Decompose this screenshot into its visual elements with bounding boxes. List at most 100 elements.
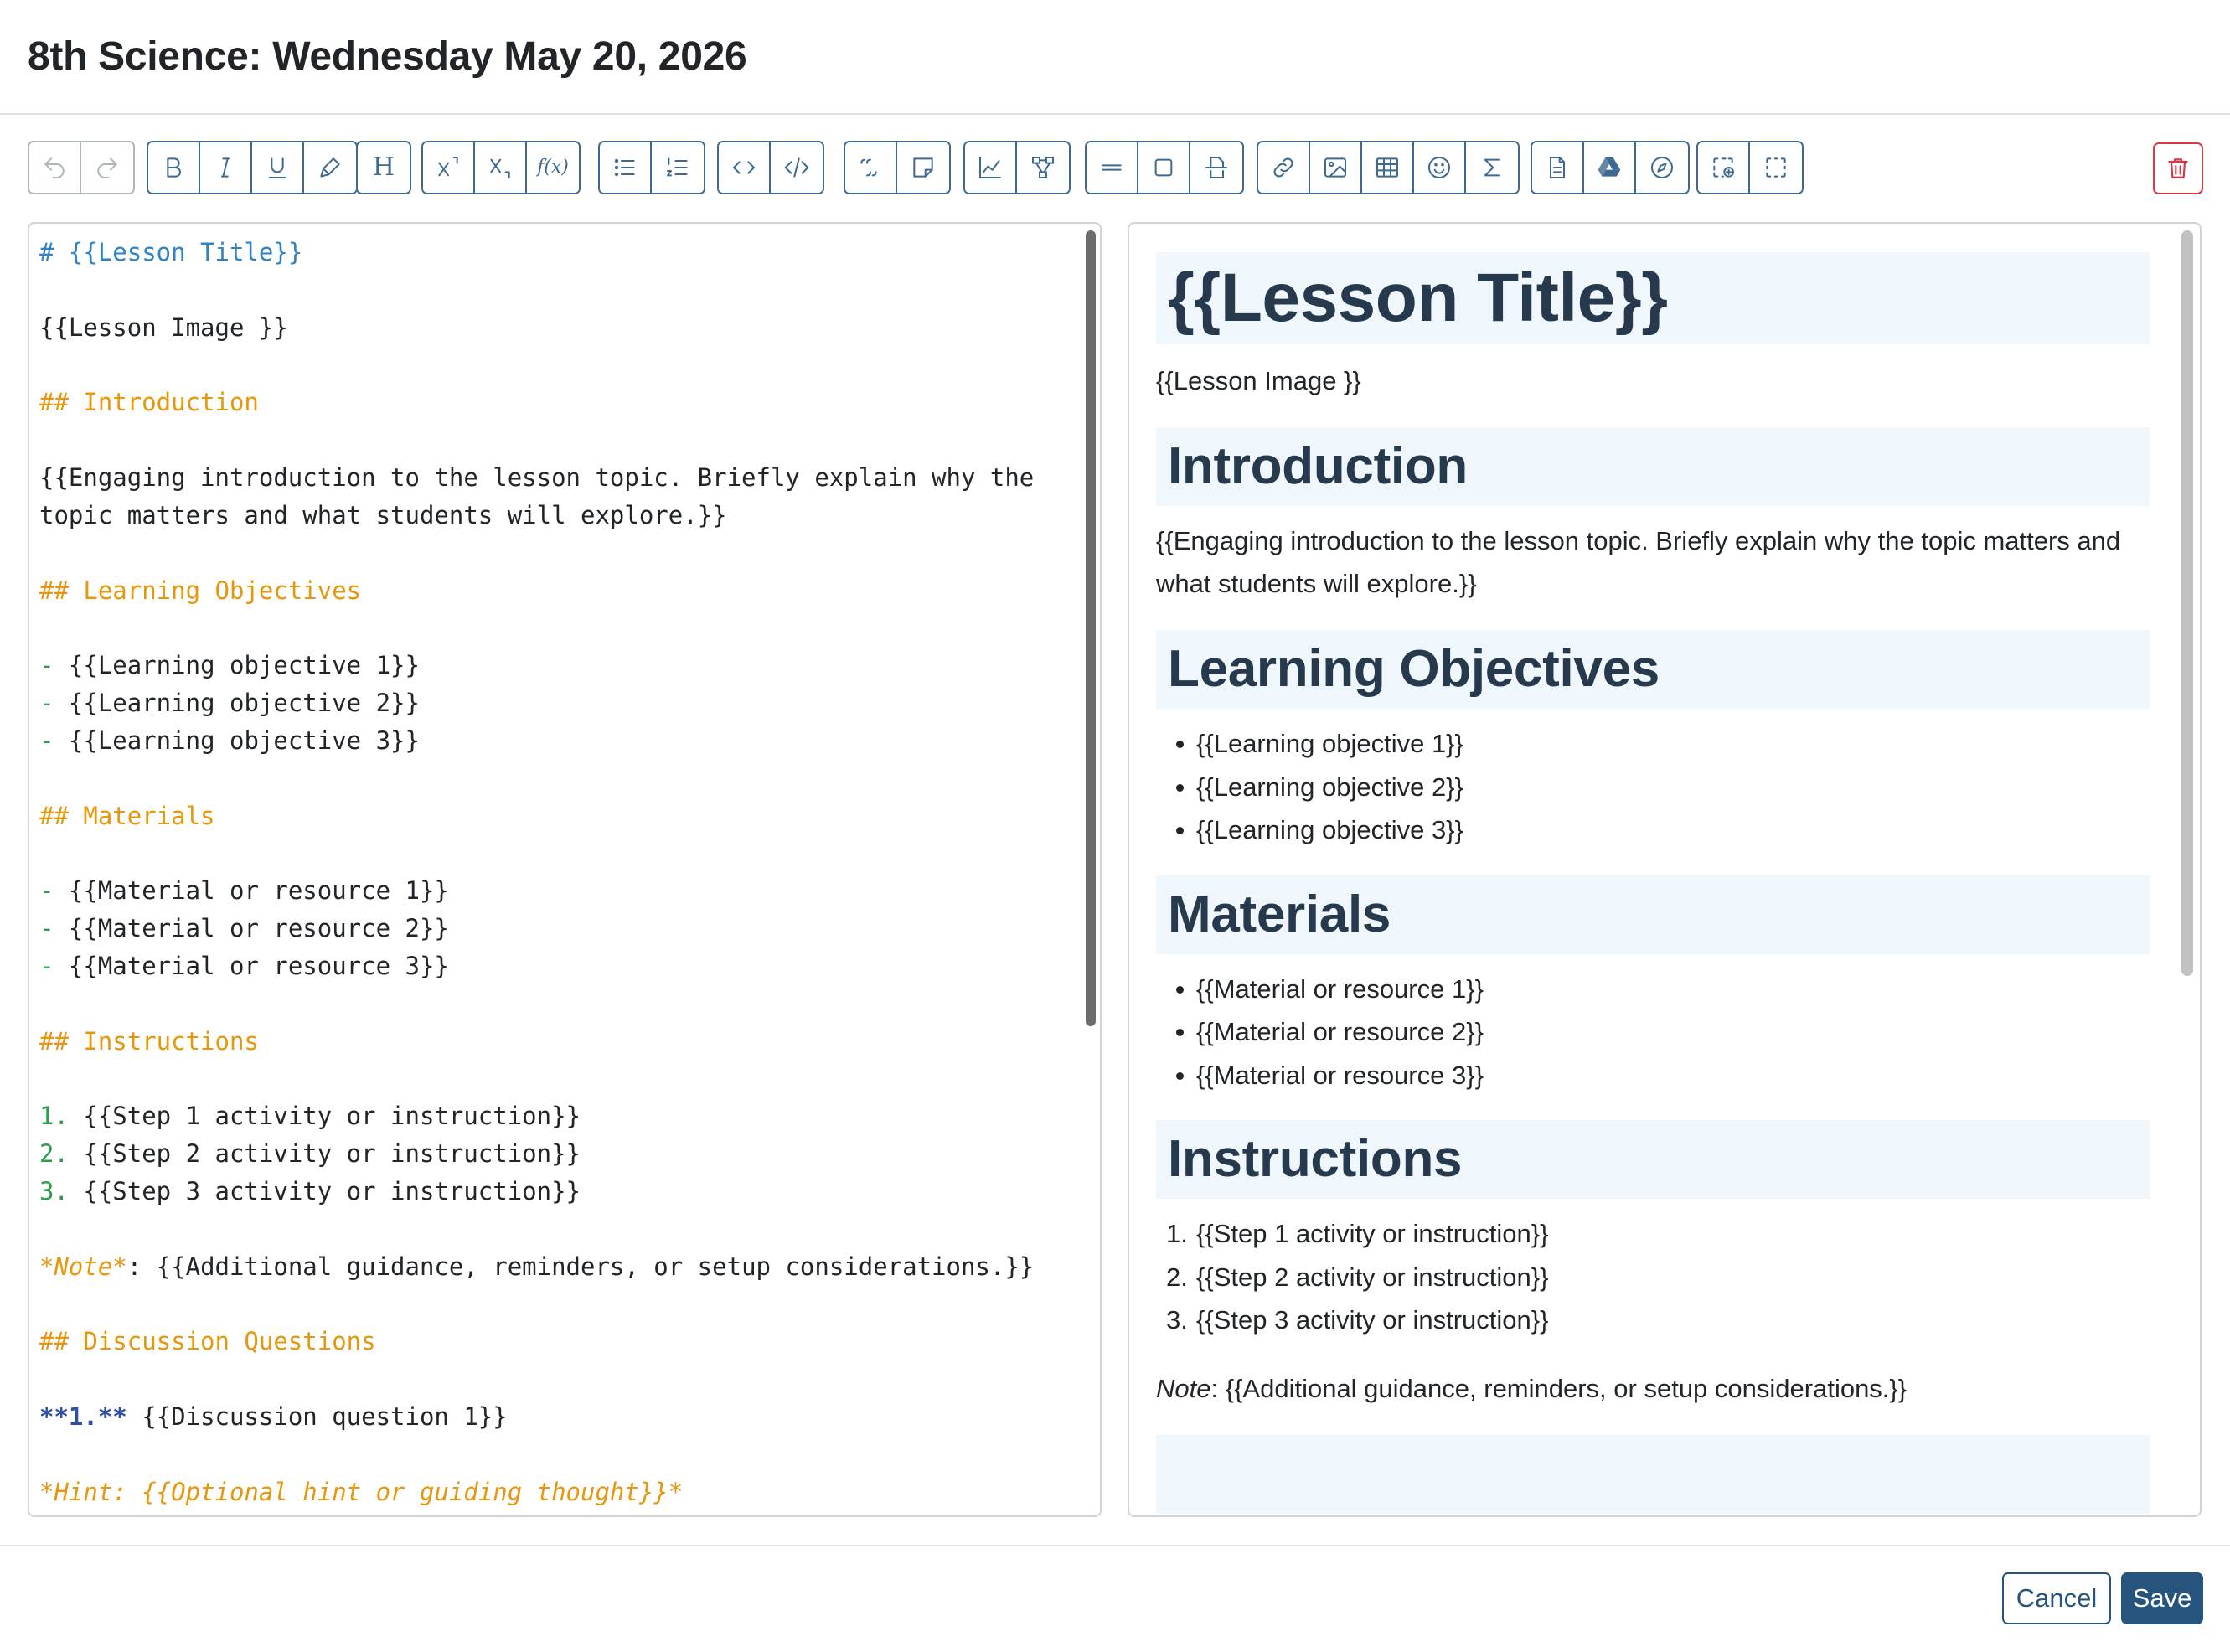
underline-icon bbox=[268, 157, 286, 178]
editor-line[interactable] bbox=[39, 1436, 1078, 1474]
editor-line[interactable]: - {{Learning objective 1}} bbox=[39, 647, 1078, 684]
editor-line[interactable]: *Note*: {{Additional guidance, reminders… bbox=[39, 1248, 1078, 1286]
markdown-editor[interactable]: # {{Lesson Title}} {{Lesson Image }} ## In… bbox=[28, 222, 1102, 1517]
toolbar-group bbox=[1696, 141, 1804, 194]
code-button[interactable] bbox=[719, 142, 771, 193]
document-button[interactable] bbox=[1532, 142, 1584, 193]
delete-button[interactable] bbox=[2153, 142, 2203, 194]
redo-button[interactable] bbox=[81, 142, 133, 193]
editor-line[interactable] bbox=[39, 534, 1078, 572]
toolbar-group bbox=[147, 141, 358, 194]
function-button[interactable]: f(x) bbox=[527, 142, 579, 193]
box-icon bbox=[1154, 158, 1173, 177]
editor-line[interactable]: *Hint: {{Optional hint or guiding though… bbox=[39, 1474, 1078, 1511]
list-item: {{Learning objective 2}} bbox=[1156, 766, 2150, 809]
list-item: 2. {{Step 2 activity or instruction}} bbox=[1156, 1256, 2150, 1299]
sticky-note-button[interactable] bbox=[897, 142, 949, 193]
editor-line[interactable] bbox=[39, 1286, 1078, 1324]
compass-icon bbox=[1651, 157, 1673, 178]
editor-line[interactable]: # {{Lesson Title}} bbox=[39, 234, 1078, 271]
highlight-icon bbox=[320, 157, 340, 178]
link-button[interactable] bbox=[1258, 142, 1310, 193]
numbered-list-icon bbox=[667, 157, 688, 177]
editor-line[interactable] bbox=[39, 835, 1078, 873]
editor-line[interactable]: **1.** {{Discussion question 1}} bbox=[39, 1398, 1078, 1436]
sigma-button[interactable] bbox=[1466, 142, 1518, 193]
editor-line[interactable]: 1. {{Step 1 activity or instruction}} bbox=[39, 1097, 1078, 1135]
italic-button[interactable] bbox=[200, 142, 252, 193]
editor-line[interactable]: - {{Learning objective 3}} bbox=[39, 722, 1078, 760]
preview-heading-instructions: Instructions bbox=[1156, 1120, 2150, 1199]
bold-button[interactable] bbox=[148, 142, 200, 193]
highlight-button[interactable] bbox=[304, 142, 356, 193]
list-item: {{Learning objective 1}} bbox=[1156, 722, 2150, 766]
heading-button[interactable]: H bbox=[358, 142, 410, 193]
editor-line[interactable] bbox=[39, 760, 1078, 798]
editor-line[interactable]: ## Materials bbox=[39, 798, 1078, 835]
google-drive-button[interactable] bbox=[1584, 142, 1636, 193]
page-break-button[interactable] bbox=[1190, 142, 1242, 193]
editor-line[interactable]: - {{Material or resource 2}} bbox=[39, 910, 1078, 947]
toolbar-group bbox=[1085, 141, 1244, 194]
editor-line[interactable] bbox=[39, 1061, 1078, 1098]
editor-line[interactable]: ## Instructions bbox=[39, 1023, 1078, 1061]
code-block-button[interactable] bbox=[771, 142, 823, 193]
editor-line[interactable] bbox=[39, 271, 1078, 309]
editor-line[interactable] bbox=[39, 609, 1078, 647]
markdown-source[interactable]: # {{Lesson Title}} {{Lesson Image }} ## In… bbox=[39, 234, 1078, 1511]
editor-line[interactable]: - {{Material or resource 3}} bbox=[39, 947, 1078, 985]
quote-button[interactable] bbox=[845, 142, 897, 193]
page-title: 8th Science: Wednesday May 20, 2026 bbox=[28, 34, 747, 79]
preview-image-placeholder: {{Lesson Image }} bbox=[1156, 366, 1361, 395]
editor-line[interactable]: - {{Material or resource 1}} bbox=[39, 872, 1078, 910]
list-item: {{Material or resource 3}} bbox=[1156, 1054, 2150, 1097]
image-button[interactable] bbox=[1310, 142, 1362, 193]
editor-line[interactable] bbox=[39, 985, 1078, 1023]
code-block-icon bbox=[784, 157, 809, 178]
editor-line[interactable]: 3. {{Step 3 activity or instruction}} bbox=[39, 1173, 1078, 1211]
box-button[interactable] bbox=[1138, 142, 1190, 193]
quote-icon bbox=[860, 158, 877, 177]
save-button[interactable]: Save bbox=[2121, 1572, 2203, 1624]
editor-line[interactable]: - {{Learning objective 2}} bbox=[39, 684, 1078, 722]
numbered-list-button[interactable] bbox=[652, 142, 704, 193]
editor-line[interactable]: {{Engaging introduction to the lesson to… bbox=[39, 459, 1078, 497]
chart-button[interactable] bbox=[965, 142, 1017, 193]
editor-line[interactable]: 2. {{Step 2 activity or instruction}} bbox=[39, 1135, 1078, 1173]
table-button[interactable] bbox=[1362, 142, 1414, 193]
cancel-button[interactable]: Cancel bbox=[2002, 1572, 2111, 1624]
add-region-button[interactable] bbox=[1698, 142, 1750, 193]
editor-line[interactable] bbox=[39, 347, 1078, 385]
underline-button[interactable] bbox=[252, 142, 304, 193]
editor-line[interactable] bbox=[39, 1211, 1078, 1248]
subscript-button[interactable] bbox=[475, 142, 527, 193]
compass-button[interactable] bbox=[1636, 142, 1688, 193]
editor-line[interactable]: ## Learning Objectives bbox=[39, 572, 1078, 610]
horizontal-rule-button[interactable] bbox=[1087, 142, 1138, 193]
editor-line[interactable]: {{Lesson Image }} bbox=[39, 309, 1078, 347]
subscript-icon bbox=[490, 158, 510, 178]
redo-icon bbox=[97, 157, 117, 178]
preview-heading-discussion bbox=[1156, 1434, 2150, 1514]
superscript-button[interactable] bbox=[423, 142, 475, 193]
editor-line[interactable] bbox=[39, 421, 1078, 459]
sigma-icon bbox=[1484, 158, 1500, 177]
emoji-icon bbox=[1428, 157, 1450, 178]
toolbar-group bbox=[717, 141, 824, 194]
list-item-text: {{Material or resource 1}} bbox=[1196, 973, 1484, 1004]
editor-line[interactable]: ## Discussion Questions bbox=[39, 1323, 1078, 1360]
bullet-list-button[interactable] bbox=[600, 142, 652, 193]
select-region-button[interactable] bbox=[1750, 142, 1802, 193]
editor-line[interactable] bbox=[39, 1360, 1078, 1398]
editor-line[interactable]: ## Introduction bbox=[39, 384, 1078, 421]
footer-divider bbox=[0, 1545, 2230, 1546]
undo-button[interactable] bbox=[29, 142, 81, 193]
preview-scrollbar[interactable] bbox=[2181, 230, 2193, 976]
emoji-button[interactable] bbox=[1414, 142, 1466, 193]
italic-icon bbox=[221, 157, 230, 178]
undo-icon bbox=[44, 157, 65, 178]
editor-scrollbar[interactable] bbox=[1086, 230, 1096, 1026]
list-item-text: {{Learning objective 2}} bbox=[1196, 772, 1463, 802]
diagram-button[interactable] bbox=[1017, 142, 1069, 193]
editor-line[interactable]: topic matters and what students will exp… bbox=[39, 497, 1078, 534]
